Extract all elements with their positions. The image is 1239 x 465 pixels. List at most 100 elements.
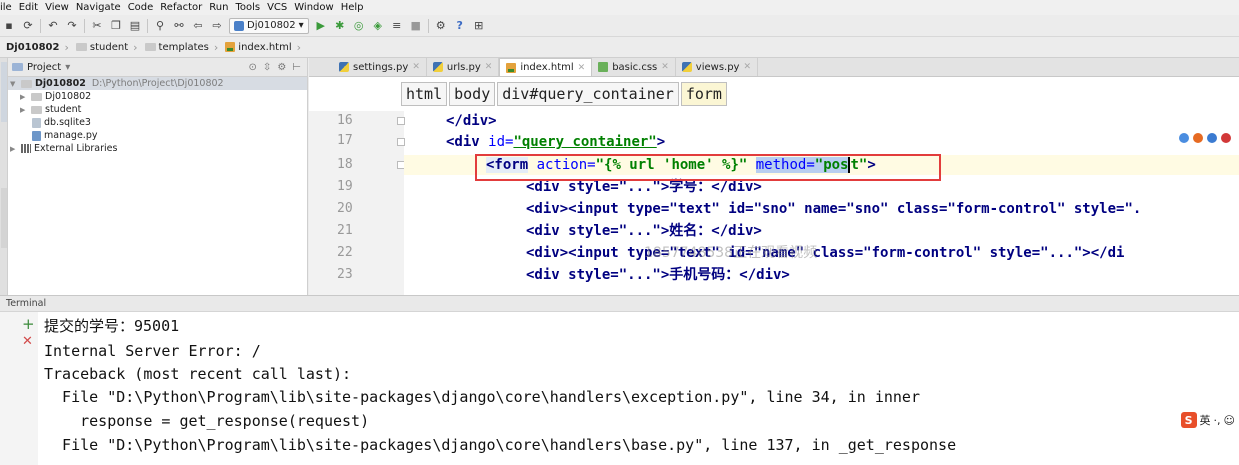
expand-arrow-icon[interactable]: ▼ <box>10 80 18 88</box>
tag-path-item[interactable]: div#query_container <box>497 82 679 106</box>
run-config-dropdown[interactable]: Dj010802 ▾ <box>229 17 309 34</box>
project-tool-tab[interactable] <box>1 62 7 122</box>
left-tool-stripe <box>0 58 8 295</box>
menu-navigate[interactable]: Navigate <box>76 2 121 13</box>
close-icon[interactable]: ✕ <box>578 63 586 73</box>
menu-edit[interactable]: Edit <box>19 2 38 13</box>
structure-icon[interactable]: ≡ <box>390 19 404 33</box>
menu-run[interactable]: Run <box>209 2 228 13</box>
close-icon[interactable]: ✕ <box>661 62 669 72</box>
tab-views-py[interactable]: views.py ✕ <box>676 58 759 76</box>
safari-icon[interactable] <box>1207 133 1217 143</box>
hide-panel-icon[interactable]: ⊢ <box>292 62 301 73</box>
code-text: "query container" <box>513 134 657 150</box>
css-file-icon <box>598 62 609 72</box>
breadcrumb-index-html[interactable]: index.html › <box>225 41 308 54</box>
menu-view[interactable]: View <box>45 2 69 13</box>
cut-icon[interactable]: ✂ <box>90 19 104 33</box>
terminal-panel[interactable]: + ✕ 提交的学号：95001 Internal Server Error: /… <box>0 312 1239 465</box>
close-session-icon[interactable]: ✕ <box>22 334 33 349</box>
code-line-16: </div> <box>446 111 497 131</box>
menu-code[interactable]: Code <box>128 2 154 13</box>
collapse-arrow-icon[interactable]: ▶ <box>20 93 28 101</box>
database-file-icon <box>32 117 41 128</box>
menu-window[interactable]: Window <box>294 2 333 13</box>
close-icon[interactable]: ✕ <box>485 62 493 72</box>
terminal-gutter: + ✕ <box>0 312 38 465</box>
tag-path-item[interactable]: body <box>449 82 496 106</box>
chrome-icon[interactable] <box>1179 133 1189 143</box>
menu-file[interactable]: ile <box>0 2 12 13</box>
ime-emoji-icon: ☺ <box>1223 413 1235 427</box>
menu-help[interactable]: Help <box>341 2 364 13</box>
collapse-arrow-icon[interactable]: ▶ <box>10 145 18 153</box>
tree-item-dj010802[interactable]: ▶ Dj010802 <box>8 90 307 103</box>
undo-icon[interactable]: ↶ <box>46 19 60 33</box>
menu-tools[interactable]: Tools <box>235 2 260 13</box>
paste-icon[interactable]: ▤ <box>128 19 142 33</box>
tab-basic-css[interactable]: basic.css ✕ <box>592 58 676 76</box>
structure-tool-tab[interactable] <box>1 188 7 248</box>
profile-icon[interactable]: ◈ <box>371 19 385 33</box>
debug-icon[interactable]: ✱ <box>333 19 347 33</box>
tree-item-project-root[interactable]: ▼ Dj010802 D:\Python\Project\Dj010802 <box>8 77 307 90</box>
breadcrumb-student[interactable]: student › <box>75 41 145 54</box>
gear-icon[interactable]: ⚙ <box>277 62 286 73</box>
tag-path-breadcrumb: html body div#query_container form <box>401 82 727 106</box>
opera-icon[interactable] <box>1221 133 1231 143</box>
tab-urls-py[interactable]: urls.py ✕ <box>427 58 500 76</box>
tree-item-student[interactable]: ▶ student <box>8 103 307 116</box>
tag-path-item[interactable]: html <box>401 82 448 106</box>
menu-vcs[interactable]: VCS <box>267 2 287 13</box>
tree-item-label: manage.py <box>44 130 98 141</box>
terminal-title[interactable]: Terminal <box>6 298 46 309</box>
replace-icon[interactable]: ⚯ <box>172 19 186 33</box>
python-file-icon <box>681 62 692 72</box>
tree-item-label: Dj010802 <box>45 91 92 102</box>
stop-icon[interactable]: ■ <box>409 19 423 33</box>
project-panel-title[interactable]: Project <box>27 62 61 73</box>
input-method-indicator[interactable]: S 英 ·, ☺ <box>1180 412 1235 428</box>
sync-icon[interactable]: ⟳ <box>21 19 35 33</box>
copy-icon[interactable]: ❐ <box>109 19 123 33</box>
collapse-arrow-icon[interactable]: ▶ <box>20 106 28 114</box>
new-session-icon[interactable]: + <box>22 315 35 333</box>
settings-icon[interactable]: ⚙ <box>434 19 448 33</box>
folder-icon <box>75 43 87 51</box>
scroll-from-source-icon[interactable]: ⊙ <box>249 62 257 73</box>
tab-index-html[interactable]: index.html ✕ <box>499 58 593 76</box>
code-text: </div> <box>446 113 497 129</box>
redo-icon[interactable]: ↷ <box>65 19 79 33</box>
line-number: 21 <box>337 223 353 238</box>
tree-item-db-sqlite3[interactable]: db.sqlite3 <box>8 116 307 129</box>
chevron-down-icon[interactable]: ▾ <box>65 62 70 73</box>
chevron-right-icon: › <box>296 40 302 54</box>
line-number: 20 <box>337 201 353 216</box>
html-file-icon <box>506 62 517 73</box>
code-area[interactable]: </div> <div id="query container"> <form … <box>404 111 1239 295</box>
tag-path-item[interactable]: form <box>680 82 727 106</box>
line-number: 23 <box>337 267 353 282</box>
terminal-icon[interactable]: ⊞ <box>472 19 486 33</box>
close-icon[interactable]: ✕ <box>743 62 751 72</box>
breadcrumb-templates[interactable]: templates › <box>144 40 226 54</box>
coverage-icon[interactable]: ◎ <box>352 19 366 33</box>
terminal-line: response = get_response(request) <box>44 412 370 430</box>
firefox-icon[interactable] <box>1193 133 1203 143</box>
collapse-all-icon[interactable]: ⇳ <box>263 62 271 73</box>
help-icon[interactable]: ? <box>453 19 467 33</box>
chevron-right-icon: › <box>213 40 219 54</box>
save-icon[interactable]: ▪ <box>2 19 16 33</box>
tab-settings-py[interactable]: settings.py ✕ <box>333 58 427 76</box>
forward-icon[interactable]: ⇨ <box>210 19 224 33</box>
breadcrumb-project[interactable]: Dj010802 › <box>6 41 76 54</box>
tree-item-label: db.sqlite3 <box>44 117 91 128</box>
back-icon[interactable]: ⇦ <box>191 19 205 33</box>
menu-refactor[interactable]: Refactor <box>160 2 202 13</box>
tree-item-external-libraries[interactable]: ▶ External Libraries <box>8 142 307 155</box>
code-editor[interactable]: html body div#query_container form 16 17… <box>309 77 1239 295</box>
close-icon[interactable]: ✕ <box>412 62 420 72</box>
tree-item-manage-py[interactable]: manage.py <box>8 129 307 142</box>
run-icon[interactable]: ▶ <box>314 19 328 33</box>
find-icon[interactable]: ⚲ <box>153 19 167 33</box>
